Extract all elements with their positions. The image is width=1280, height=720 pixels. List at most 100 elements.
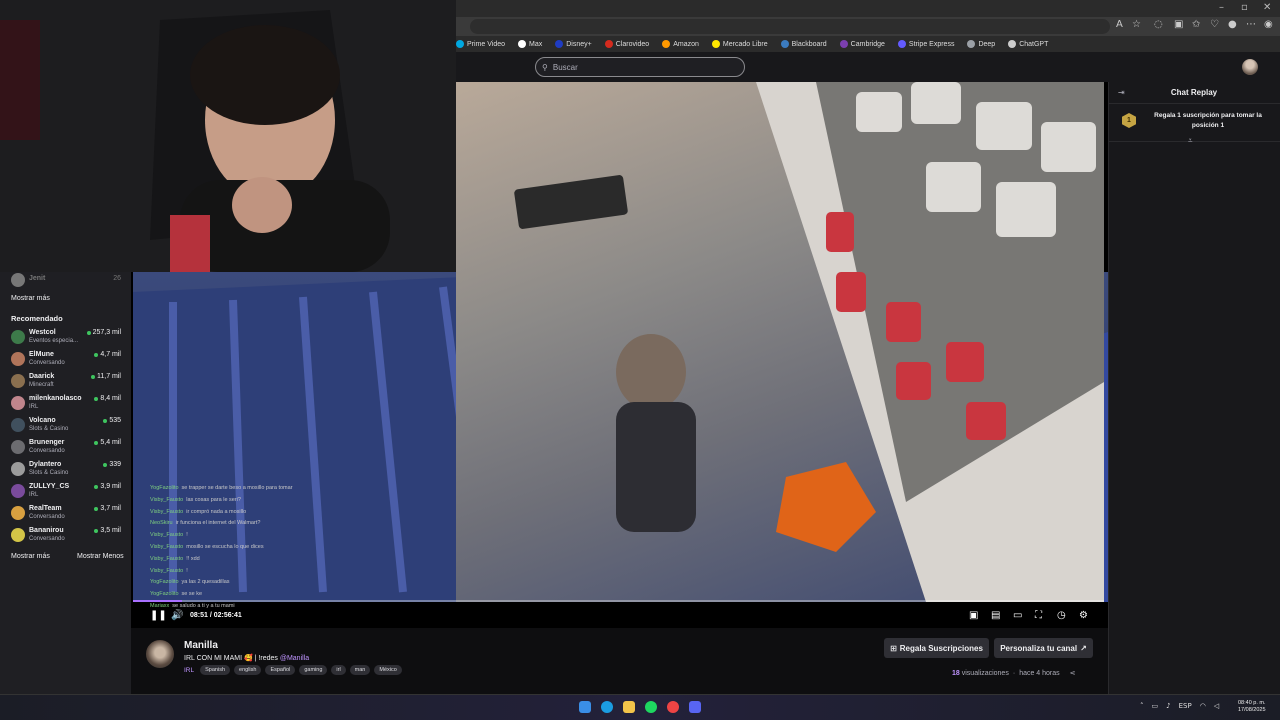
sidebar-channel[interactable]: Bananirou Conversando 3,5 mil [0, 525, 131, 547]
wifi-icon[interactable]: ◠ [1200, 702, 1206, 710]
streamer-name[interactable]: Manilla [184, 640, 218, 651]
tag-pill[interactable]: gaming [299, 665, 328, 675]
chat-username: Visby_Fausto [150, 543, 184, 550]
chat-username: Visby_Fausto [150, 496, 184, 503]
speaker-icon[interactable]: ◁ [1214, 702, 1219, 710]
tag-pill[interactable]: english [234, 665, 262, 675]
sidebar-item-followed[interactable]: Jenit 26 [0, 270, 131, 292]
bookmark-item[interactable]: Mercado Libre [711, 40, 768, 48]
bookmark-icon [518, 40, 527, 48]
spotify-icon[interactable] [645, 701, 657, 713]
favorite-icon[interactable]: ☆ [1132, 19, 1141, 30]
split-icon[interactable]: ▣ [1174, 19, 1183, 30]
edge-icon[interactable] [601, 701, 613, 713]
url-field[interactable] [470, 19, 1110, 34]
gift-leaderboard[interactable]: 1 Regala 1 suscripción para tomar la pos… [1108, 104, 1280, 145]
sidebar-channel[interactable]: Brunenger Conversando 5,4 mil [0, 437, 131, 459]
favorites-icon[interactable]: ✩ [1192, 19, 1200, 30]
bookmark-item[interactable]: Clarovideo [604, 40, 649, 48]
tag-pill[interactable]: México [374, 665, 402, 675]
profile-icon[interactable]: ● [1228, 19, 1237, 30]
avatar [11, 528, 25, 542]
sidebar-channel[interactable]: Volcano Slots & Casino 535 [0, 415, 131, 437]
extensions-icon[interactable]: ◌ [1154, 19, 1163, 30]
bookmark-item[interactable]: Deep [967, 40, 995, 48]
sidebar-channel[interactable]: milenkanolasco IRL 8,4 mil [0, 393, 131, 415]
sidebar-channel[interactable]: Daarick Minecraft 11,7 mil [0, 371, 131, 393]
show-more-link[interactable]: Mostrar más [11, 553, 50, 560]
bookmark-item[interactable]: Blackboard [780, 40, 827, 48]
chevron-up-icon[interactable]: ˄ [1140, 702, 1144, 710]
gift-subs-button[interactable]: ⊞ Regala Suscripciones [884, 638, 989, 658]
maximize-icon[interactable]: ▫ [1241, 2, 1248, 13]
separator: · [1012, 669, 1016, 677]
mini-player-icon[interactable]: ▣ [969, 610, 978, 621]
mention-link[interactable]: @Manilla [280, 655, 309, 662]
mic-icon[interactable]: ♪ [1166, 702, 1170, 710]
bookmark-item[interactable]: Prime Video [456, 40, 505, 48]
sidebar-channel[interactable]: Dylantero Slots & Casino 339 [0, 459, 131, 481]
speed-icon[interactable]: ◷ [1057, 610, 1066, 621]
bookmark-item[interactable]: Cambridge [839, 40, 885, 48]
chrome-icon[interactable] [667, 701, 679, 713]
pause-button[interactable]: ❚❚ [150, 610, 167, 621]
progress-bar[interactable] [133, 600, 1104, 602]
language-indicator[interactable]: ESP [1179, 702, 1192, 710]
channel-category: Conversando [29, 514, 65, 520]
user-avatar[interactable] [1242, 59, 1258, 75]
avatar [11, 396, 25, 410]
clock[interactable]: 08:40 p. m. 17/08/2025 [1238, 700, 1266, 714]
avatar [11, 273, 25, 287]
chat-username: NeoSkiru [150, 520, 173, 527]
category-link[interactable]: IRL [184, 667, 194, 674]
tag-pill[interactable]: Spanish [200, 665, 231, 675]
show-less-link[interactable]: Mostrar Menos [77, 553, 124, 560]
tag-pill[interactable]: irl [331, 665, 346, 675]
channel-category: Minecraft [29, 382, 54, 388]
network-icon[interactable]: ▭ [1152, 702, 1159, 710]
close-icon[interactable]: ✕ [1263, 2, 1271, 13]
read-aloud-icon[interactable]: A [1116, 19, 1123, 30]
settings-icon[interactable]: ⚙ [1079, 610, 1088, 621]
channel-category: IRL [29, 492, 39, 498]
collections-icon[interactable]: ♡ [1210, 19, 1219, 30]
views-label: visualizaciones [961, 669, 1009, 677]
live-dot-icon [91, 374, 95, 379]
streamer-avatar[interactable] [144, 638, 176, 670]
sidebar-channel[interactable]: ElMune Conversando 4,7 mil [0, 349, 131, 371]
bookmark-item[interactable]: Amazon [662, 40, 699, 48]
video-frame [456, 82, 1104, 602]
search-input[interactable]: ⚲ Buscar [535, 57, 745, 77]
fullscreen-icon[interactable]: ⛶ [1035, 610, 1042, 621]
channel-category: Eventos especia... [29, 338, 79, 344]
chat-overlay-line: Visby_Fausto!! xdd [150, 554, 350, 566]
channel-name: Volcano [29, 417, 56, 424]
customize-channel-button[interactable]: Personaliza tu canal ↗ [994, 638, 1093, 658]
share-icon[interactable]: ⋖ [1070, 669, 1076, 677]
volume-icon[interactable]: 🔊 [171, 610, 183, 621]
sidebar-channel[interactable]: Westcol Eventos especia... 257,3 mil [0, 327, 131, 349]
file-explorer-icon[interactable] [623, 701, 635, 713]
sidebar-channel[interactable]: RealTeam Conversando 3,7 mil [0, 503, 131, 525]
sidebar-channel[interactable]: ZULLYY_CS IRL 3,9 mil [0, 481, 131, 503]
copilot-icon[interactable]: ◉ [1264, 19, 1273, 30]
tag-pill[interactable]: Español [265, 665, 296, 675]
discord-icon[interactable] [689, 701, 701, 713]
bookmark-item[interactable]: Disney+ [555, 40, 592, 48]
chat-username: Visby_Fausto [150, 555, 184, 562]
show-more-link[interactable]: Mostrar más [11, 295, 50, 302]
player-controls: ❚❚ 🔊 08:51 / 02:56:41 ▣ ▤ ▭ ⛶ ◷ ⚙ [133, 606, 1104, 626]
bookmark-item[interactable]: ChatGPT [1008, 40, 1048, 48]
bookmark-item[interactable]: Stripe Express [897, 40, 954, 48]
bookmark-label: Blackboard [791, 40, 827, 48]
bookmark-label: Cambridge [850, 40, 885, 48]
menu-icon[interactable]: ⋯ [1246, 19, 1256, 30]
bookmark-item[interactable]: Max [518, 40, 542, 48]
minimize-icon[interactable]: – [1219, 2, 1224, 13]
clip-icon[interactable]: ▤ [991, 610, 1000, 621]
tag-pill[interactable]: man [349, 665, 371, 675]
theater-mode-icon[interactable]: ▭ [1013, 610, 1022, 621]
expand-icon[interactable]: ⩡ [1188, 136, 1193, 146]
start-icon[interactable] [579, 701, 591, 713]
viewer-count: 3,9 mil [94, 483, 121, 490]
